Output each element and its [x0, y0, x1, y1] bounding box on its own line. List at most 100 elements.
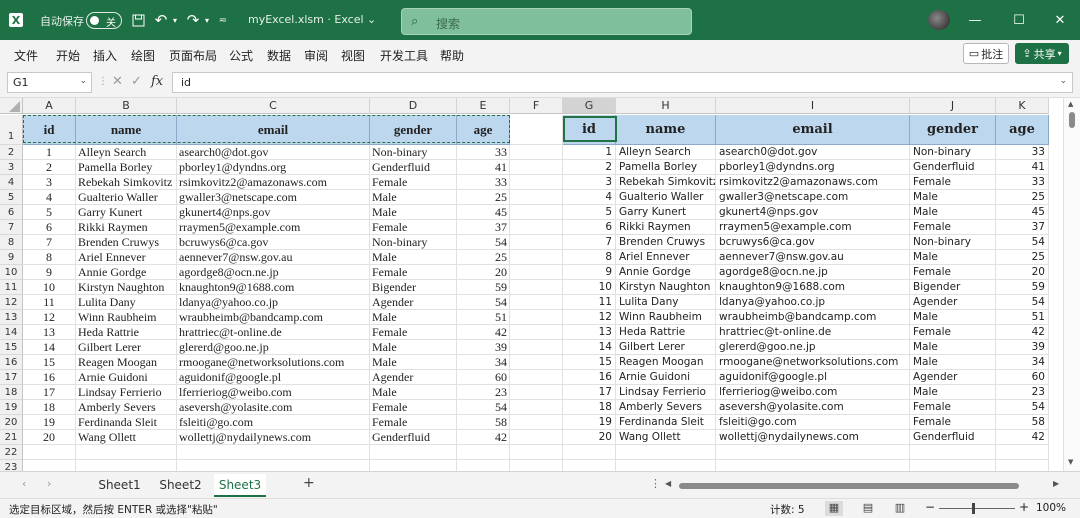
row-header-18[interactable]: 18: [0, 385, 23, 400]
right-cell[interactable]: 15: [563, 355, 616, 370]
minimize-icon[interactable]: —: [955, 0, 995, 40]
left-cell[interactable]: aseversh@yolasite.com: [177, 400, 370, 415]
left-cell[interactable]: 54: [457, 235, 510, 250]
row-header-23[interactable]: 23: [0, 460, 23, 471]
scroll-up-icon[interactable]: ▲: [1068, 100, 1073, 108]
left-cell[interactable]: 1: [23, 145, 76, 160]
right-header-age[interactable]: age: [996, 115, 1049, 145]
left-cell[interactable]: Agender: [370, 295, 457, 310]
empty-cell[interactable]: [996, 460, 1049, 471]
left-cell[interactable]: 45: [457, 205, 510, 220]
zoom-slider[interactable]: [939, 508, 1015, 509]
right-header-email[interactable]: email: [716, 115, 910, 145]
left-cell[interactable]: 9: [23, 265, 76, 280]
left-cell[interactable]: Male: [370, 190, 457, 205]
right-cell[interactable]: fsleiti@go.com: [716, 415, 910, 430]
right-cell[interactable]: aguidonif@google.pl: [716, 370, 910, 385]
left-cell[interactable]: 19: [23, 415, 76, 430]
left-cell[interactable]: Female: [370, 265, 457, 280]
right-cell[interactable]: 4: [563, 190, 616, 205]
right-cell[interactable]: 33: [996, 175, 1049, 190]
left-cell[interactable]: Kirstyn Naughton: [76, 280, 177, 295]
right-header-gender[interactable]: gender: [910, 115, 996, 145]
right-cell[interactable]: Female: [910, 325, 996, 340]
row-header-5[interactable]: 5: [0, 190, 23, 205]
right-cell[interactable]: 5: [563, 205, 616, 220]
right-cell[interactable]: 1: [563, 145, 616, 160]
left-cell[interactable]: Non-binary: [370, 145, 457, 160]
left-cell[interactable]: lferrieriog@weibo.com: [177, 385, 370, 400]
left-header-gender[interactable]: gender: [370, 115, 457, 145]
menu-item-6[interactable]: 数据: [267, 47, 291, 64]
right-cell[interactable]: 45: [996, 205, 1049, 220]
left-cell[interactable]: Male: [370, 355, 457, 370]
right-cell[interactable]: Male: [910, 250, 996, 265]
left-cell[interactable]: Lindsay Ferrierio: [76, 385, 177, 400]
right-cell[interactable]: bcruwys6@ca.gov: [716, 235, 910, 250]
left-cell[interactable]: rmoogane@networksolutions.com: [177, 355, 370, 370]
empty-cell[interactable]: [563, 460, 616, 471]
right-cell[interactable]: 9: [563, 265, 616, 280]
row-header-12[interactable]: 12: [0, 295, 23, 310]
right-cell[interactable]: wollettj@nydailynews.com: [716, 430, 910, 445]
left-cell[interactable]: 41: [457, 160, 510, 175]
left-cell[interactable]: Gilbert Lerer: [76, 340, 177, 355]
left-cell[interactable]: 39: [457, 340, 510, 355]
empty-cell[interactable]: [510, 190, 563, 205]
page-break-icon[interactable]: ▥: [891, 501, 909, 516]
empty-cell[interactable]: [510, 250, 563, 265]
row-header-4[interactable]: 4: [0, 175, 23, 190]
menu-item-0[interactable]: 文件: [14, 47, 38, 64]
left-cell[interactable]: 58: [457, 415, 510, 430]
left-cell[interactable]: Agender: [370, 370, 457, 385]
customize-qat-icon[interactable]: ≂: [216, 0, 230, 40]
left-cell[interactable]: 25: [457, 190, 510, 205]
left-cell[interactable]: Winn Raubheim: [76, 310, 177, 325]
right-cell[interactable]: Non-binary: [910, 235, 996, 250]
check-icon[interactable]: ✓: [131, 74, 142, 89]
right-cell[interactable]: Garry Kunert: [616, 205, 716, 220]
left-cell[interactable]: Non-binary: [370, 235, 457, 250]
left-cell[interactable]: 10: [23, 280, 76, 295]
right-cell[interactable]: 54: [996, 400, 1049, 415]
left-cell[interactable]: Genderfluid: [370, 430, 457, 445]
zoom-in-icon[interactable]: +: [1019, 500, 1029, 514]
column-header-D[interactable]: D: [370, 98, 457, 114]
right-header-id[interactable]: id: [563, 115, 616, 145]
empty-cell[interactable]: [510, 235, 563, 250]
share-button[interactable]: ⇪ 共享 ▾: [1015, 43, 1069, 64]
right-cell[interactable]: Rebekah Simkovitz: [616, 175, 716, 190]
zoom-slider-knob[interactable]: [972, 503, 975, 514]
maximize-icon[interactable]: ☐: [999, 0, 1039, 40]
empty-cell[interactable]: [370, 460, 457, 471]
left-cell[interactable]: 12: [23, 310, 76, 325]
empty-cell[interactable]: [510, 385, 563, 400]
empty-cell[interactable]: [510, 280, 563, 295]
left-header-id[interactable]: id: [23, 115, 76, 145]
left-cell[interactable]: 16: [23, 370, 76, 385]
left-cell[interactable]: 42: [457, 325, 510, 340]
empty-cell[interactable]: [23, 445, 76, 460]
empty-cell[interactable]: [510, 340, 563, 355]
sheet-tab-1[interactable]: Sheet1: [92, 474, 147, 497]
left-cell[interactable]: 33: [457, 145, 510, 160]
column-header-B[interactable]: B: [76, 98, 177, 114]
right-cell[interactable]: Male: [910, 205, 996, 220]
close-icon[interactable]: ✕: [1040, 0, 1080, 40]
autosave-toggle[interactable]: 关: [86, 12, 122, 29]
empty-cell[interactable]: [510, 145, 563, 160]
empty-cell[interactable]: [510, 415, 563, 430]
empty-cell[interactable]: [76, 445, 177, 460]
right-cell[interactable]: Female: [910, 175, 996, 190]
scroll-thumb[interactable]: [679, 483, 1019, 489]
right-cell[interactable]: Female: [910, 415, 996, 430]
right-cell[interactable]: 8: [563, 250, 616, 265]
right-cell[interactable]: 54: [996, 295, 1049, 310]
scroll-right-icon[interactable]: ▶: [1053, 479, 1059, 488]
left-cell[interactable]: 3: [23, 175, 76, 190]
right-cell[interactable]: Reagen Moogan: [616, 355, 716, 370]
right-cell[interactable]: 19: [563, 415, 616, 430]
right-cell[interactable]: 37: [996, 220, 1049, 235]
right-cell[interactable]: agordge8@ocn.ne.jp: [716, 265, 910, 280]
empty-cell[interactable]: [510, 370, 563, 385]
